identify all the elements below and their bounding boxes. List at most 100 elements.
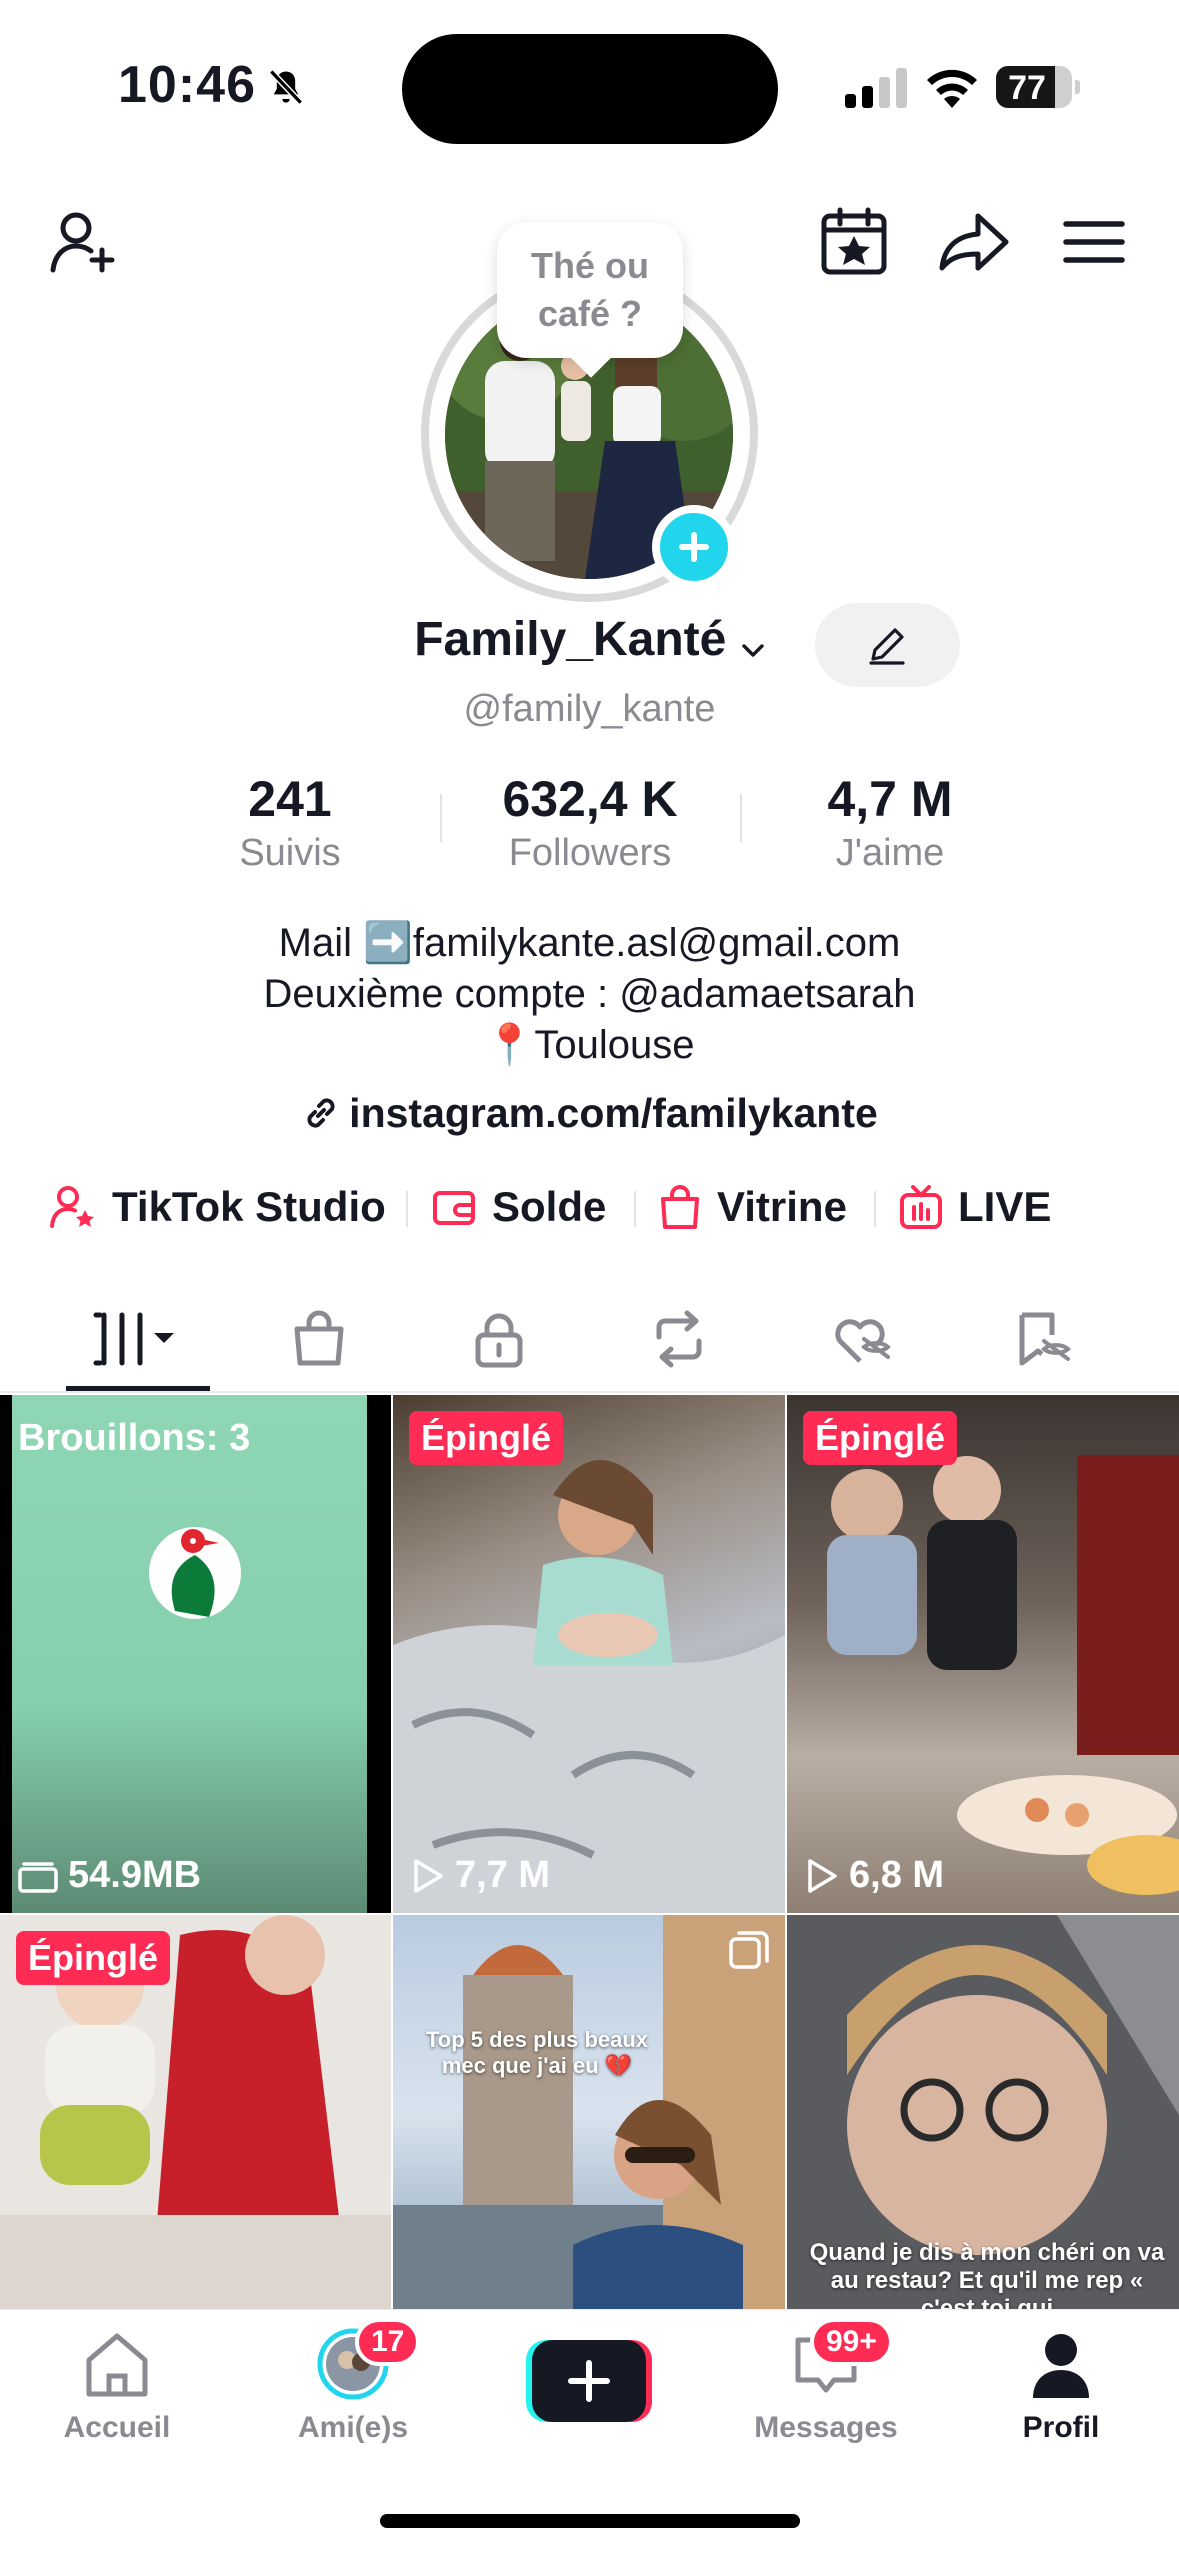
- video-tile[interactable]: Épinglé 7,7 M: [393, 1395, 785, 1913]
- photo-carousel-icon: [729, 1931, 769, 1969]
- drafts-size-text: 54.9MB: [68, 1854, 202, 1896]
- nav-home[interactable]: Accueil: [17, 2328, 217, 2445]
- heart-hidden-icon: [835, 1319, 891, 1363]
- balance-button[interactable]: Solde: [430, 1175, 606, 1239]
- note-bubble[interactable]: Thé ou café ?: [497, 222, 683, 358]
- stat-followers[interactable]: 632,4 K Followers: [440, 770, 740, 875]
- content-tabs: [0, 1285, 1179, 1393]
- nav-messages[interactable]: Messages 99+: [726, 2318, 926, 2445]
- stat-following[interactable]: 241 Suivis: [140, 770, 440, 875]
- play-icon: [808, 1858, 837, 1893]
- tab-liked[interactable]: [775, 1285, 945, 1393]
- divider: [634, 1191, 636, 1227]
- dynamic-island: [402, 34, 778, 144]
- shopping-bag-icon: [661, 1185, 699, 1229]
- bio-line: 📍Toulouse: [484, 1023, 695, 1067]
- pinned-badge: Épinglé: [803, 1411, 958, 1465]
- notification-badge: 17: [355, 2318, 421, 2366]
- tab-videos[interactable]: [53, 1285, 223, 1393]
- stat-likes[interactable]: 4,7 M J'aime: [740, 770, 1040, 875]
- add-friend-icon[interactable]: [44, 202, 124, 282]
- tab-favorites[interactable]: [955, 1285, 1125, 1393]
- play-icon: [414, 1858, 443, 1893]
- folder-icon: [18, 1861, 58, 1893]
- view-count: 6,8 M: [805, 1854, 944, 1897]
- status-time: 10:46: [118, 56, 256, 114]
- nav-label: Messages: [754, 2411, 898, 2444]
- shopping-bag-icon: [294, 1310, 344, 1366]
- video-tile[interactable]: Épinglé 6,8 M: [787, 1395, 1179, 1913]
- status-bar: 10:46 77: [0, 0, 1179, 170]
- profile-stats: 241 Suivis 632,4 K Followers 4,7 M J'aim…: [0, 770, 1179, 880]
- tab-reposts[interactable]: [594, 1285, 764, 1393]
- showcase-button[interactable]: Vitrine: [657, 1175, 847, 1239]
- link-icon: [307, 1098, 335, 1128]
- wallet-icon: [433, 1191, 475, 1225]
- note-text: Thé ou café ?: [531, 245, 649, 334]
- pinned-badge: Épinglé: [409, 1411, 564, 1465]
- view-count-text: 6,8 M: [849, 1854, 945, 1896]
- divider: [406, 1191, 408, 1227]
- drafts-tile[interactable]: Brouillons: 3 54.9MB: [0, 1395, 391, 1913]
- handle: @family_kante: [463, 688, 716, 730]
- display-name: Family_Kanté: [414, 613, 727, 666]
- edit-profile-button[interactable]: [815, 603, 960, 687]
- nav-label: Ami(e)s: [297, 2411, 409, 2444]
- notification-badge: 99+: [810, 2318, 893, 2366]
- battery-percent: 77: [1008, 69, 1046, 107]
- pencil-icon: [869, 628, 905, 665]
- person-star-icon: [50, 1186, 94, 1228]
- tool-label: TikTok Studio: [112, 1183, 386, 1230]
- nav-label: Accueil: [63, 2411, 171, 2444]
- bell-muted-icon: [269, 69, 303, 105]
- lock-icon: [475, 1313, 523, 1368]
- creator-tools: TikTok Studio Solde Vitrine LIVE: [0, 1175, 1179, 1239]
- active-tab-indicator: [66, 1386, 210, 1391]
- username-row[interactable]: Family_Kanté: [0, 612, 1179, 667]
- stat-label: Suivis: [239, 832, 341, 874]
- tool-label: Solde: [492, 1183, 607, 1230]
- bio: Mail ➡️familykante.asl@gmail.com Deuxièm…: [0, 918, 1179, 1071]
- tab-shop[interactable]: [234, 1285, 404, 1393]
- link-text: instagram.com/familykante: [349, 1090, 878, 1136]
- grid-columns-icon: [93, 1312, 174, 1366]
- nav-label: Profil: [1022, 2411, 1100, 2444]
- bio-line: Mail ➡️familykante.asl@gmail.com: [278, 921, 901, 965]
- stat-value: 241: [248, 771, 332, 827]
- stat-value: 632,4 K: [502, 771, 678, 827]
- share-icon[interactable]: [934, 202, 1014, 282]
- profile-link[interactable]: instagram.com/familykante: [0, 1090, 1179, 1137]
- drafts-size: 54.9MB: [18, 1854, 201, 1897]
- video-tile[interactable]: Top 5 des plus beaux mec que j'ai eu 💔: [393, 1915, 785, 2309]
- video-tile[interactable]: Épinglé: [0, 1915, 391, 2309]
- tiktok-studio-button[interactable]: TikTok Studio: [48, 1175, 386, 1239]
- chevron-down-icon: [742, 644, 764, 657]
- video-caption: Quand je dis à mon chéri on va au restau…: [809, 2239, 1165, 2309]
- home-indicator: [380, 2514, 800, 2528]
- add-story-button[interactable]: [652, 505, 736, 589]
- divider: [874, 1191, 876, 1227]
- wifi-icon: [927, 69, 977, 108]
- repost-icon: [656, 1310, 702, 1368]
- video-tile[interactable]: Quand je dis à mon chéri on va au restau…: [787, 1915, 1179, 2309]
- tab-private[interactable]: [414, 1285, 584, 1393]
- view-count-text: 7,7 M: [455, 1854, 551, 1896]
- tool-label: Vitrine: [717, 1183, 847, 1230]
- profile-icon: [1033, 2334, 1089, 2398]
- nav-friends[interactable]: Ami(e)s 17: [253, 2318, 453, 2445]
- home-icon: [86, 2333, 148, 2397]
- create-button[interactable]: [526, 2340, 652, 2422]
- pinned-badge: Épinglé: [16, 1931, 171, 1985]
- menu-icon[interactable]: [1054, 202, 1134, 282]
- view-count: 7,7 M: [411, 1854, 550, 1897]
- nav-profile[interactable]: Profil: [961, 2328, 1161, 2445]
- stat-label: Followers: [508, 832, 672, 874]
- battery-indicator: 77: [996, 66, 1080, 108]
- stat-label: J'aime: [835, 832, 945, 874]
- calendar-star-icon[interactable]: [814, 202, 894, 282]
- live-button[interactable]: LIVE: [898, 1175, 1051, 1239]
- bookmark-hidden-icon: [1019, 1312, 1071, 1366]
- tool-label: LIVE: [958, 1183, 1052, 1230]
- stat-value: 4,7 M: [827, 771, 953, 827]
- plus-icon: [568, 2360, 610, 2402]
